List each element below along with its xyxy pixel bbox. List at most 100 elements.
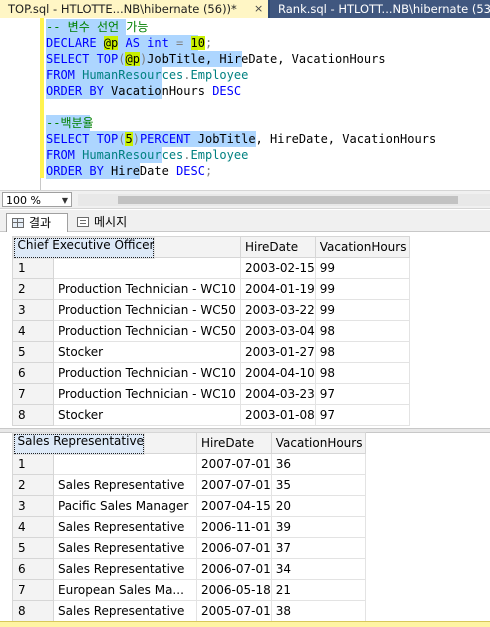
table-cell[interactable]: 2003-03-04 [240, 320, 316, 342]
table-cell[interactable]: 2003-01-08 [240, 404, 316, 426]
table-cell[interactable]: 99 [314, 278, 410, 300]
column-header-vacationhours[interactable]: VacationHours [270, 432, 366, 454]
table-cell[interactable]: Sales Representative [12, 432, 145, 455]
table-cell[interactable]: 99 [314, 257, 410, 279]
table-cell[interactable]: Production Technician - WC10 [53, 362, 241, 384]
code-lines[interactable]: -- 변수 선언 가능 DECLARE @p AS int = 10; SELECT… [46, 19, 436, 179]
code-line[interactable]: DECLARE @p AS int = 10; [46, 35, 436, 51]
table-row[interactable]: 8 Sales Representative 2005-07-01 38 [12, 600, 366, 622]
row-number[interactable]: 4 [12, 516, 54, 538]
query-editor[interactable]: -- 변수 선언 가능 DECLARE @p AS int = 10; SELECT… [0, 18, 490, 190]
table-cell[interactable]: European Sales Ma... [53, 579, 197, 601]
table-cell[interactable]: Production Technician - WC50 [53, 299, 241, 321]
table-cell[interactable]: 2003-01-27 [240, 341, 316, 363]
code-line[interactable]: ORDER BY HireDate DESC; [46, 163, 436, 179]
close-tab-icon[interactable]: × [254, 0, 263, 18]
tab-top-sql[interactable]: TOP.sql - HTLOTTE...NB\hibernate (56))* … [0, 0, 268, 18]
row-number[interactable]: 5 [12, 341, 54, 363]
code-line[interactable]: -- 변수 선언 가능 [46, 19, 436, 35]
column-header-hiredate[interactable]: HireDate [196, 432, 272, 454]
table-row[interactable]: 8 Stocker 2003-01-08 97 [12, 404, 410, 426]
row-number[interactable]: 3 [12, 299, 54, 321]
table-cell[interactable]: 2005-07-01 [196, 600, 272, 622]
table-cell[interactable]: 38 [270, 600, 366, 622]
code-line[interactable]: FROM HumanResources.Employee [46, 67, 436, 83]
table-row[interactable]: 1 Chief Executive Officer 2003-02-15 99 [12, 236, 410, 279]
table-cell[interactable]: 2004-04-10 [240, 362, 316, 384]
tab-messages[interactable]: 메시지 [72, 213, 142, 232]
table-cell[interactable]: 36 [270, 453, 366, 475]
row-number[interactable]: 1 [12, 257, 54, 279]
table-cell[interactable]: Sales Representative [53, 558, 197, 580]
row-number[interactable]: 7 [12, 579, 54, 601]
row-number[interactable]: 6 [12, 362, 54, 384]
table-cell[interactable]: Sales Representative [53, 600, 197, 622]
row-number[interactable]: 8 [12, 404, 54, 426]
table-row[interactable]: 1 Sales Representative 2007-07-01 36 [12, 432, 366, 475]
table-cell[interactable]: Sales Representative [53, 537, 197, 559]
table-cell[interactable]: Sales Representative [53, 474, 197, 496]
table-cell[interactable]: 2003-02-15 [240, 257, 316, 279]
table-cell[interactable]: Chief Executive Officer [12, 236, 156, 259]
table-cell[interactable]: Production Technician - WC50 [53, 320, 241, 342]
table-row[interactable]: 2 Sales Representative 2007-07-01 35 [12, 474, 366, 496]
table-cell[interactable]: 2007-04-15 [196, 495, 272, 517]
table-cell[interactable]: Stocker [53, 341, 241, 363]
table-cell[interactable]: 2006-11-01 [196, 516, 272, 538]
row-number[interactable]: 5 [12, 537, 54, 559]
table-cell[interactable]: 35 [270, 474, 366, 496]
table-cell[interactable]: 2007-07-01 [196, 453, 272, 475]
code-line[interactable]: ORDER BY VacationHours DESC [46, 83, 436, 99]
tab-results[interactable]: 결과 [6, 213, 68, 232]
table-cell[interactable]: 98 [314, 320, 410, 342]
row-number[interactable]: 1 [12, 453, 54, 475]
row-number[interactable]: 7 [12, 383, 54, 405]
table-cell[interactable]: 98 [314, 341, 410, 363]
code-line[interactable]: SELECT TOP(5)PERCENT JobTitle, HireDate,… [46, 131, 436, 147]
table-cell[interactable]: 39 [270, 516, 366, 538]
table-cell[interactable]: 2006-05-18 [196, 579, 272, 601]
table-row[interactable]: 2 Production Technician - WC10 2004-01-19 9… [12, 278, 410, 300]
tab-rank-sql[interactable]: Rank.sql - HTLOTT...NB\hibernate (53)) [270, 0, 490, 18]
table-cell[interactable]: 37 [270, 537, 366, 559]
result-grid-2[interactable]: JobTitle HireDate VacationHours 1Sales R… [12, 432, 366, 622]
chevron-down-icon[interactable]: ▼ [62, 193, 68, 208]
table-cell[interactable]: 97 [314, 404, 410, 426]
table-cell[interactable]: 2007-07-01 [196, 474, 272, 496]
table-row[interactable]: 6 Production Technician - WC10 2004-04-10 9… [12, 362, 410, 384]
table-row[interactable]: 7 European Sales Ma... 2006-05-18 21 [12, 579, 366, 601]
table-cell[interactable]: 2004-01-19 [240, 278, 316, 300]
scrollbar-thumb[interactable] [118, 196, 458, 204]
table-row[interactable]: 3 Pacific Sales Manager 2007-04-15 20 [12, 495, 366, 517]
row-number[interactable]: 2 [12, 474, 54, 496]
table-cell[interactable]: Stocker [53, 404, 241, 426]
table-cell[interactable]: 2004-03-23 [240, 383, 316, 405]
code-line[interactable]: --백분율 [46, 115, 436, 131]
table-row[interactable]: 5 Stocker 2003-01-27 98 [12, 341, 410, 363]
table-cell[interactable]: Production Technician - WC10 [53, 383, 241, 405]
zoom-select[interactable]: 100 % ▼ [2, 192, 72, 207]
table-cell[interactable]: 97 [314, 383, 410, 405]
table-row[interactable]: 7 Production Technician - WC10 2004-03-23 9… [12, 383, 410, 405]
table-cell[interactable]: 2006-07-01 [196, 537, 272, 559]
table-cell[interactable]: 21 [270, 579, 366, 601]
table-cell[interactable]: Sales Representative [53, 516, 197, 538]
table-cell[interactable]: Pacific Sales Manager [53, 495, 197, 517]
table-cell[interactable]: 2006-07-01 [196, 558, 272, 580]
result-grid-1[interactable]: JobTitle HireDate VacationHours 1Chief E… [12, 236, 410, 426]
table-row[interactable]: 5 Sales Representative 2006-07-01 37 [12, 537, 366, 559]
table-row[interactable]: 6 Sales Representative 2006-07-01 34 [12, 558, 366, 580]
table-cell[interactable]: 99 [314, 299, 410, 321]
table-row[interactable]: 4 Production Technician - WC50 2003-03-04 9… [12, 320, 410, 342]
table-row[interactable]: 3 Production Technician - WC50 2003-03-22 9… [12, 299, 410, 321]
row-number[interactable]: 3 [12, 495, 54, 517]
column-header-vacationhours[interactable]: VacationHours [314, 236, 410, 258]
table-cell[interactable]: 34 [270, 558, 366, 580]
code-line[interactable]: FROM HumanResources.Employee [46, 147, 436, 163]
table-cell[interactable]: Production Technician - WC10 [53, 278, 241, 300]
row-number[interactable]: 6 [12, 558, 54, 580]
code-line[interactable] [46, 99, 436, 115]
row-number[interactable]: 8 [12, 600, 54, 622]
table-cell[interactable]: 20 [270, 495, 366, 517]
row-number[interactable]: 2 [12, 278, 54, 300]
